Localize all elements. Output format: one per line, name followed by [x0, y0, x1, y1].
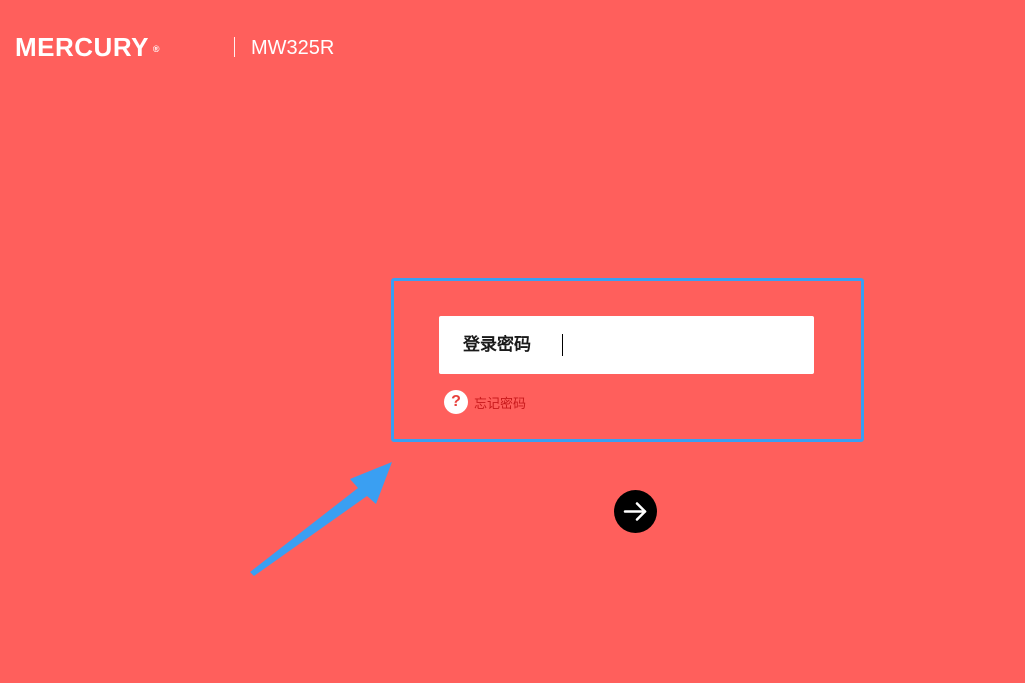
- annotation-arrow-icon: [250, 462, 392, 576]
- model-name: MW325R: [251, 37, 335, 59]
- forgot-password-link[interactable]: ? 忘记密码: [444, 390, 526, 414]
- question-icon: ?: [444, 390, 468, 414]
- login-button[interactable]: [614, 490, 657, 533]
- password-field[interactable]: 登录密码: [439, 316, 814, 374]
- brand-logo: MERCURY ®: [15, 32, 159, 62]
- text-cursor: [562, 334, 563, 356]
- login-page: MERCURY ® MW325R 登录密码 ? 忘记密码: [0, 0, 1025, 683]
- password-input[interactable]: [557, 324, 802, 366]
- brand-name: MERCURY: [15, 32, 149, 62]
- header-divider: [234, 37, 235, 57]
- arrow-right-icon: [623, 502, 647, 521]
- header: MERCURY ® MW325R: [15, 32, 334, 62]
- password-label: 登录密码: [463, 335, 531, 355]
- registered-mark: ®: [152, 44, 160, 54]
- forgot-password-label: 忘记密码: [474, 396, 527, 412]
